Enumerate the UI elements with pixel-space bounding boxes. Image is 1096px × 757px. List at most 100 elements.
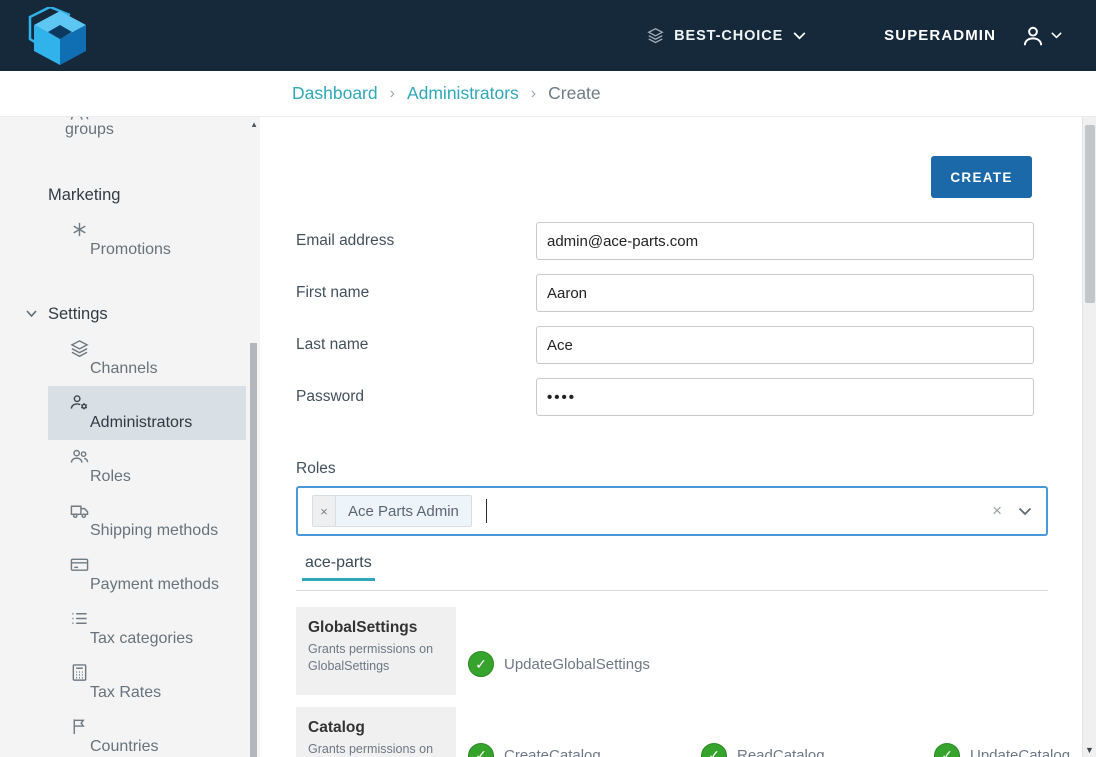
sidebar-item-label: Countries (90, 738, 158, 755)
permission-group-cell: Catalog Grants permissions on Products, … (296, 707, 456, 757)
sidebar-item-label: Channels (90, 360, 158, 377)
asterisk-icon (70, 220, 248, 239)
administrator-form: Email address First name Last name Passw… (296, 222, 1048, 416)
tab-ace-parts[interactable]: ace-parts (302, 554, 375, 581)
breadcrumb-separator: › (531, 85, 536, 103)
sidebar-item-countries[interactable]: Countries (0, 710, 260, 757)
sidebar-item-customer-groups[interactable]: groups (0, 117, 260, 144)
permission-item: ✓ UpdateCatalog (934, 716, 1082, 757)
breadcrumb-separator: › (390, 85, 395, 103)
create-button[interactable]: CREATE (931, 156, 1032, 198)
sidebar-item-label: Payment methods (90, 576, 219, 593)
sidebar-item-channels[interactable]: Channels (0, 332, 260, 386)
sidebar-item-administrators[interactable]: Administrators (48, 386, 246, 440)
sidebar-item-roles[interactable]: Roles (0, 440, 260, 494)
main-content: CREATE Email address First name Last nam… (260, 117, 1082, 757)
vendure-logo[interactable] (26, 7, 90, 65)
channel-switcher[interactable]: BEST-CHOICE (647, 27, 806, 44)
sidebar-item-payment-methods[interactable]: Payment methods (0, 548, 260, 602)
permission-row-globalsettings: GlobalSettings Grants permissions on Glo… (296, 607, 1048, 695)
user-icon (1020, 23, 1046, 49)
sidebar-item-label: groups (65, 121, 114, 139)
checkbox-checked-icon[interactable]: ✓ (934, 743, 960, 757)
sidebar-item-shipping-methods[interactable]: Shipping methods (0, 494, 260, 548)
permission-label: UpdateGlobalSettings (504, 656, 650, 673)
channel-label: BEST-CHOICE (674, 28, 783, 44)
first-name-field[interactable] (536, 274, 1034, 312)
section-title-label: Settings (48, 305, 108, 323)
flag-icon (70, 717, 248, 736)
page-scroll-down-arrow[interactable]: ▼ (1083, 745, 1096, 755)
last-name-field[interactable] (536, 326, 1034, 364)
sidebar-item-tax-categories[interactable]: Tax categories (0, 602, 260, 656)
sidebar-scroll-up-arrow[interactable]: ▲ (250, 120, 258, 129)
sidebar-section-marketing: Marketing (0, 178, 260, 213)
sidebar-item-promotions[interactable]: Promotions (0, 213, 260, 267)
sidebar-scrollbar-thumb[interactable] (250, 343, 257, 757)
sidebar-item-label: Tax Rates (90, 684, 161, 701)
roles-select[interactable]: × Ace Parts Admin × (296, 486, 1048, 536)
calculator-icon (70, 663, 248, 682)
email-label: Email address (296, 232, 536, 250)
permission-label: CreateCatalog (504, 747, 601, 757)
topbar-right: BEST-CHOICE SUPERADMIN (647, 23, 1096, 49)
roles-label: Roles (296, 460, 1048, 478)
sidebar-item-label: Shipping methods (90, 522, 218, 539)
clear-selection-button[interactable]: × (992, 501, 1002, 521)
permission-label: ReadCatalog (737, 747, 825, 757)
permission-row-catalog: Catalog Grants permissions on Products, … (296, 707, 1048, 757)
role-chip-label: Ace Parts Admin (336, 496, 471, 526)
chip-remove-button[interactable]: × (313, 496, 336, 526)
chevron-down-icon[interactable] (1018, 507, 1032, 516)
permission-item: ✓ UpdateGlobalSettings (468, 633, 701, 695)
permissions-table: GlobalSettings Grants permissions on Glo… (296, 607, 1048, 757)
permission-checkboxes: ✓ CreateCatalog ✓ ReadCatalog ✓ UpdateCa… (456, 707, 1082, 757)
form-row-last-name: Last name (296, 326, 1048, 364)
page-scrollbar-thumb[interactable] (1085, 125, 1095, 303)
permission-group-name: GlobalSettings (308, 619, 446, 637)
truck-icon (70, 501, 248, 520)
checkbox-checked-icon[interactable]: ✓ (468, 651, 494, 677)
breadcrumb-current: Create (548, 83, 601, 104)
breadcrumb: Dashboard › Administrators › Create (0, 71, 1096, 117)
breadcrumb-link-dashboard[interactable]: Dashboard (292, 83, 378, 104)
chevron-down-icon (1051, 32, 1062, 39)
sidebar-item-tax-rates[interactable]: Tax Rates (0, 656, 260, 710)
list-icon (70, 609, 248, 628)
password-label: Password (296, 388, 536, 406)
topbar: BEST-CHOICE SUPERADMIN (0, 0, 1096, 71)
role-chip: × Ace Parts Admin (312, 495, 472, 527)
permission-checkboxes: ✓ UpdateGlobalSettings (456, 607, 1048, 695)
tabs-divider (296, 590, 1048, 591)
admin-app: BEST-CHOICE SUPERADMIN Dashboard › (0, 0, 1096, 757)
layers-icon (647, 27, 664, 44)
user-label: SUPERADMIN (884, 27, 996, 44)
sidebar-item-label: Roles (90, 468, 131, 485)
channel-tabs: ace-parts (296, 554, 1048, 591)
roles-select-controls: × (992, 501, 1032, 521)
permission-group-description: Grants permissions on GlobalSettings (308, 641, 446, 674)
breadcrumb-link-administrators[interactable]: Administrators (407, 83, 519, 104)
permission-group-name: Catalog (308, 719, 446, 737)
email-field[interactable] (536, 222, 1034, 260)
password-field[interactable] (536, 378, 1034, 416)
text-cursor (486, 499, 488, 523)
admin-user-icon (70, 393, 234, 412)
form-row-first-name: First name (296, 274, 1048, 312)
sidebar-item-label: Tax categories (90, 630, 193, 647)
users-icon (70, 447, 248, 466)
permission-group-description: Grants permissions on Products, Facets (308, 741, 446, 757)
sidebar-item-label: Administrators (90, 414, 192, 431)
first-name-label: First name (296, 284, 536, 302)
checkbox-checked-icon[interactable]: ✓ (468, 743, 494, 757)
form-row-email: Email address (296, 222, 1048, 260)
sidebar: groups Marketing Promotions Settings Cha… (0, 117, 260, 757)
chevron-down-icon (793, 32, 806, 40)
page-scrollbar[interactable]: ▼ (1082, 117, 1096, 757)
sidebar-section-settings[interactable]: Settings (0, 297, 260, 332)
sidebar-item-label: Promotions (90, 241, 171, 258)
layers-icon (70, 339, 248, 358)
user-menu[interactable] (1020, 23, 1062, 49)
permission-item: ✓ CreateCatalog (468, 716, 701, 757)
checkbox-checked-icon[interactable]: ✓ (701, 743, 727, 757)
